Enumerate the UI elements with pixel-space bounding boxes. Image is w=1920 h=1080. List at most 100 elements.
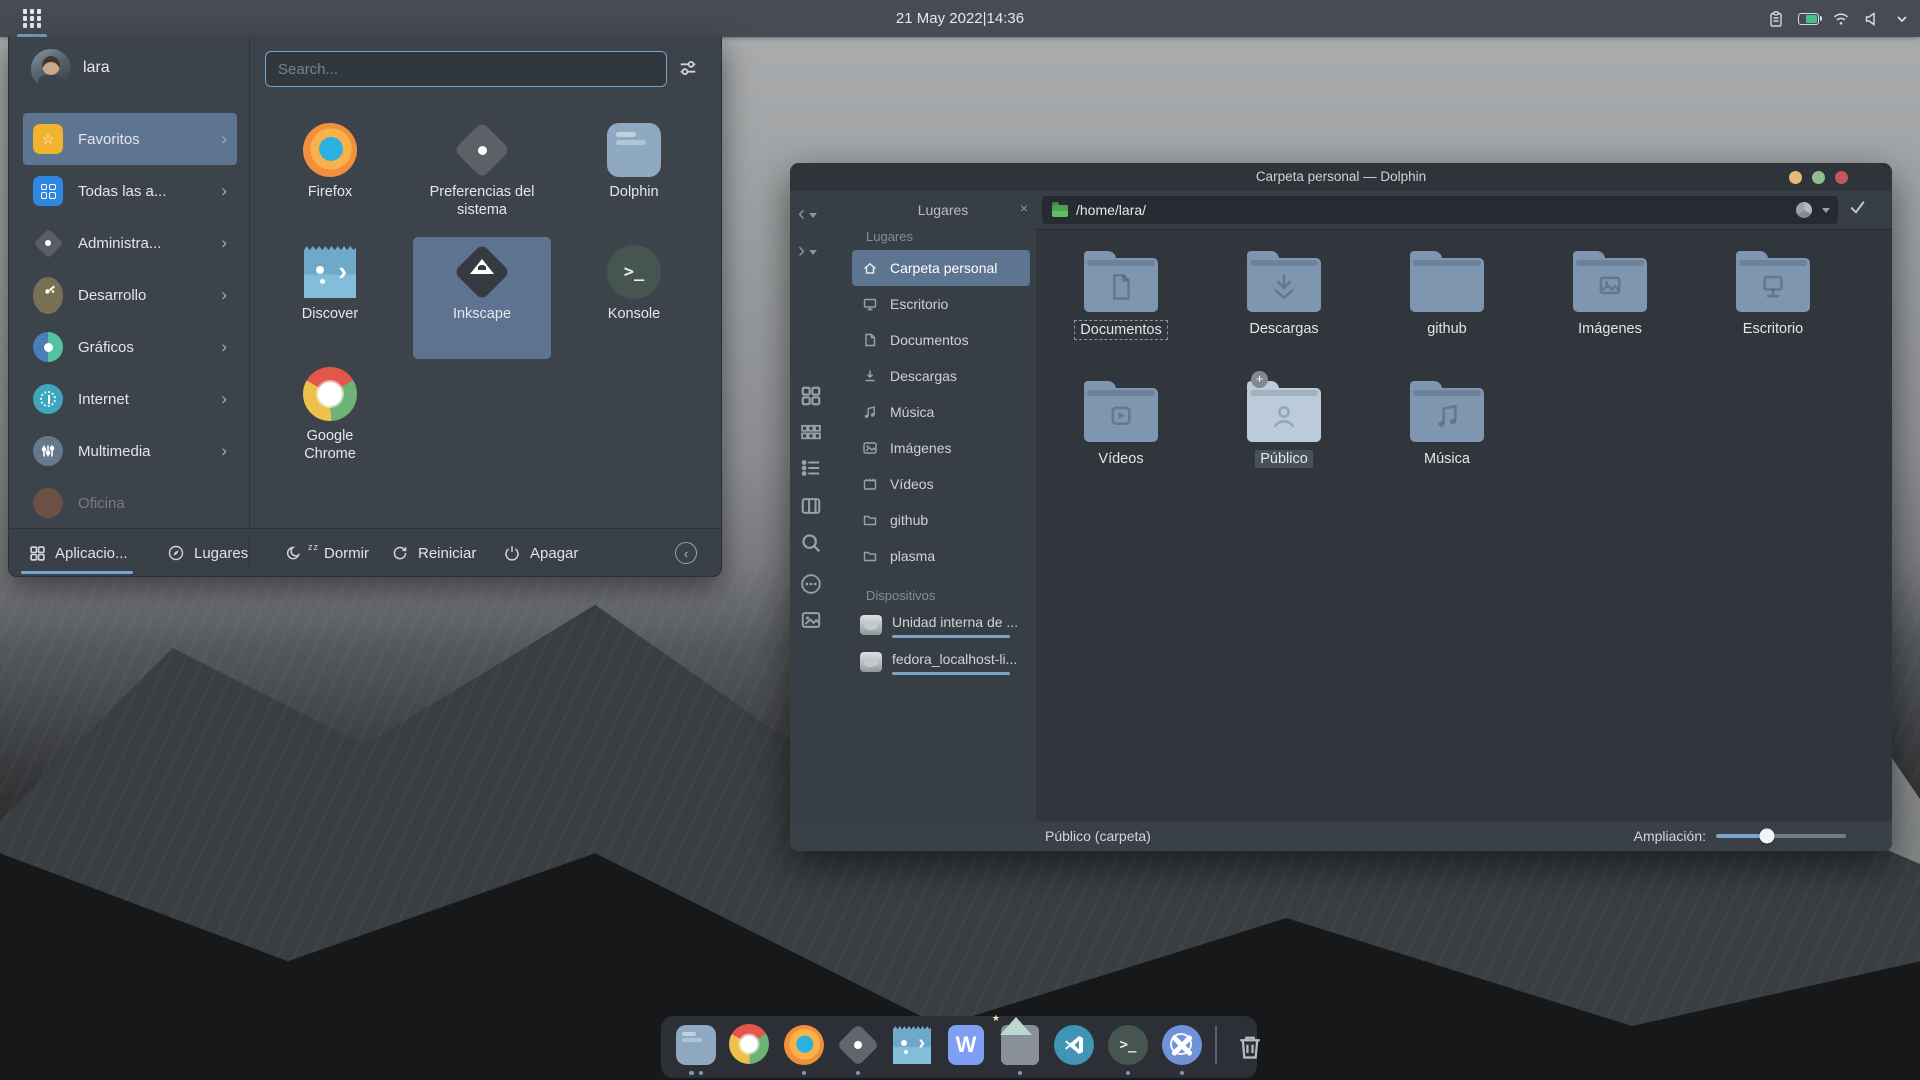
collapse-button[interactable]: ‹	[675, 542, 697, 564]
all-apps-icon	[33, 176, 63, 206]
device-fedora-localhost[interactable]: fedora_localhost-li...	[850, 648, 1036, 685]
dock-x11[interactable]	[1161, 1024, 1203, 1078]
filter-icon[interactable]	[677, 57, 699, 79]
battery-icon[interactable]	[1798, 13, 1819, 25]
back-dropdown-icon[interactable]	[809, 213, 817, 218]
split-view-icon[interactable]	[800, 495, 822, 517]
discover-icon: ›	[304, 246, 356, 298]
sleep-button[interactable]: zz Dormir	[285, 529, 369, 577]
close-panel-icon[interactable]: ×	[1020, 200, 1028, 216]
top-panel: 21 May 2022|14:36	[0, 0, 1920, 37]
place-videos[interactable]: Vídeos	[852, 466, 1030, 502]
running-indicator	[837, 1071, 879, 1076]
app-dolphin[interactable]: Dolphin	[565, 115, 703, 235]
tab-lugares[interactable]: Lugares	[167, 529, 248, 577]
folder-documentos[interactable]: Documentos	[1046, 248, 1196, 340]
category-multimedia[interactable]: Multimedia ›	[23, 425, 237, 477]
place-documentos[interactable]: Documentos	[852, 322, 1030, 358]
place-escritorio[interactable]: Escritorio	[852, 286, 1030, 322]
restart-button[interactable]: Reiniciar	[391, 529, 476, 577]
running-indicator	[999, 1071, 1041, 1076]
chevron-right-icon: ›	[221, 233, 227, 253]
device-unidad-interna[interactable]: Unidad interna de ...	[850, 611, 1036, 648]
clipboard-icon[interactable]	[1767, 10, 1785, 28]
forward-button[interactable]: ›	[798, 236, 842, 266]
free-space-icon[interactable]	[1796, 202, 1812, 218]
search-input[interactable]	[265, 51, 667, 87]
dolphin-window: Carpeta personal — Dolphin ‹ › Lugares ×…	[790, 163, 1892, 851]
firefox-icon	[303, 123, 357, 177]
place-descargas[interactable]: Descargas	[852, 358, 1030, 394]
dock-firefox[interactable]	[783, 1024, 825, 1078]
dock-trash[interactable]	[1229, 1024, 1271, 1078]
places-panel: Lugares Carpeta personal Escritorio Docu…	[850, 229, 1036, 821]
folder-github[interactable]: github	[1372, 248, 1522, 338]
app-google-chrome[interactable]: Google Chrome	[261, 359, 399, 479]
dock-separator	[1215, 1026, 1217, 1064]
location-dropdown-icon[interactable]	[1822, 208, 1830, 213]
administration-icon	[33, 228, 63, 258]
dock-code-editor[interactable]	[1053, 1024, 1095, 1078]
window-titlebar[interactable]: Carpeta personal — Dolphin	[790, 163, 1892, 191]
icons-view-icon[interactable]	[800, 385, 822, 407]
app-inkscape[interactable]: Inkscape	[413, 237, 551, 359]
dock-dolphin[interactable]	[675, 1024, 717, 1078]
category-favoritos[interactable]: ☆ Favoritos ›	[23, 113, 237, 165]
wifi-icon[interactable]	[1832, 10, 1850, 28]
dock-image-viewer[interactable]: ★	[999, 1024, 1041, 1078]
dock-chrome[interactable]	[729, 1024, 771, 1078]
compact-view-icon[interactable]	[800, 421, 822, 443]
devices-section-label: Dispositivos	[850, 588, 1036, 603]
dock-discover[interactable]: ›	[891, 1024, 933, 1078]
application-launcher-button[interactable]	[8, 0, 56, 37]
accept-location-icon[interactable]	[1848, 197, 1867, 216]
volume-icon[interactable]	[1863, 10, 1881, 28]
category-administracion[interactable]: Administra... ›	[23, 217, 237, 269]
dock-system-settings[interactable]	[837, 1024, 879, 1078]
maximize-button[interactable]	[1812, 171, 1825, 184]
app-konsole[interactable]: >_ Konsole	[565, 237, 703, 357]
minimize-button[interactable]	[1789, 171, 1802, 184]
place-github[interactable]: github	[852, 502, 1030, 538]
forward-dropdown-icon[interactable]	[809, 250, 817, 255]
folder-videos[interactable]: Vídeos	[1046, 378, 1196, 468]
place-plasma[interactable]: plasma	[852, 538, 1030, 574]
zoom-slider[interactable]	[1716, 834, 1846, 838]
multimedia-icon	[33, 436, 63, 466]
places-section-label: Lugares	[850, 229, 1036, 244]
app-preferencias-del-sistema[interactable]: Preferencias del sistema	[413, 115, 551, 235]
tab-aplicaciones[interactable]: Aplicacio...	[29, 529, 128, 577]
category-graficos[interactable]: Gráficos ›	[23, 321, 237, 373]
folder-imagenes[interactable]: Imágenes	[1535, 248, 1685, 338]
zoom-slider-handle[interactable]	[1759, 829, 1774, 844]
dock-writer[interactable]: W	[945, 1024, 987, 1078]
place-imagenes[interactable]: Imágenes	[852, 430, 1030, 466]
digital-clock[interactable]: 21 May 2022|14:36	[896, 0, 1024, 37]
shutdown-button[interactable]: Apagar	[503, 529, 578, 577]
search-icon[interactable]	[800, 532, 822, 554]
location-bar[interactable]: /home/lara/	[1042, 196, 1838, 224]
add-badge-icon: +	[1251, 371, 1268, 388]
place-carpeta-personal[interactable]: Carpeta personal	[852, 250, 1030, 286]
category-oficina[interactable]: Oficina	[23, 477, 237, 527]
chevron-down-icon[interactable]	[1894, 11, 1910, 27]
folder-publico[interactable]: + Público	[1209, 378, 1359, 468]
category-desarrollo[interactable]: Desarrollo ›	[23, 269, 237, 321]
details-view-icon[interactable]	[800, 457, 822, 479]
preview-icon[interactable]	[800, 609, 822, 631]
category-internet[interactable]: Internet ›	[23, 373, 237, 425]
folder-descargas[interactable]: Descargas	[1209, 248, 1359, 338]
app-firefox[interactable]: Firefox	[261, 115, 399, 235]
folder-musica[interactable]: Música	[1372, 378, 1522, 468]
back-button[interactable]: ‹	[798, 199, 842, 229]
dock-konsole[interactable]: >_	[1107, 1024, 1149, 1078]
vertical-toolbar: ‹ ›	[790, 191, 850, 821]
app-discover[interactable]: › Discover	[261, 237, 399, 357]
category-todas-las-aplicaciones[interactable]: Todas las a... ›	[23, 165, 237, 217]
folder-escritorio[interactable]: Escritorio	[1698, 248, 1848, 338]
close-button[interactable]	[1835, 171, 1848, 184]
firefox-icon	[784, 1025, 824, 1065]
user-avatar[interactable]	[31, 49, 71, 89]
place-musica[interactable]: Música	[852, 394, 1030, 430]
more-options-icon[interactable]	[800, 573, 822, 595]
